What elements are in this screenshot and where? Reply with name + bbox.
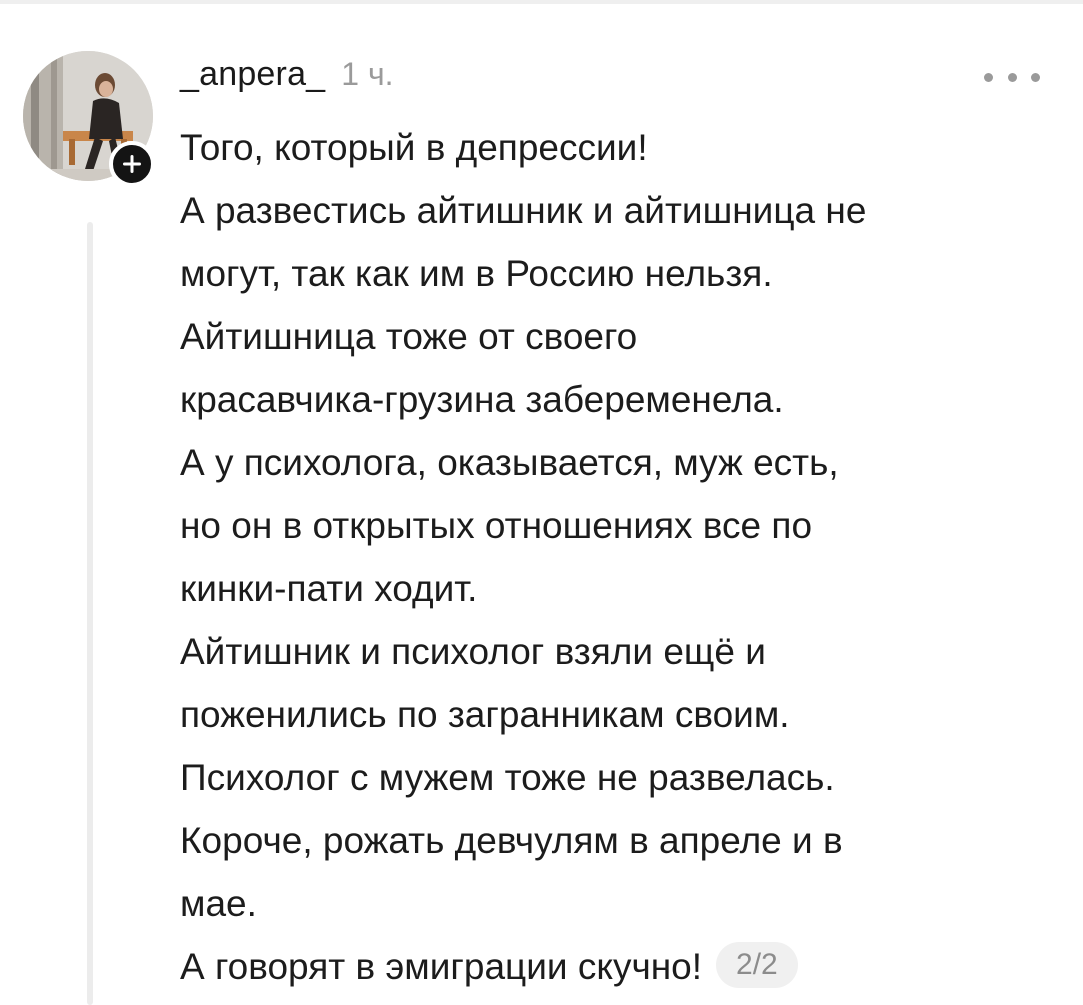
comment-text: Того, который в депрессии! А развестись … <box>180 116 1060 998</box>
plus-icon <box>123 155 141 173</box>
comment-line: Короче, рожать девчулям в апреле и в <box>180 820 843 861</box>
comment-line: А у психолога, оказывается, муж есть, <box>180 442 839 483</box>
comment-line: Айтишница тоже от своего <box>180 316 638 357</box>
comment-line: но он в открытых отношениях все по <box>180 505 813 546</box>
timestamp: 1 ч. <box>341 56 394 92</box>
more-dots-icon <box>1031 72 1040 82</box>
more-dots-icon <box>1007 72 1017 82</box>
comment: _anpera_ 1 ч. Того, который в депрессии!… <box>0 0 1083 1005</box>
comment-line: Психолог с мужем тоже не развелась. <box>180 757 835 798</box>
more-options-button[interactable] <box>984 62 1040 92</box>
username[interactable]: _anpera_ <box>180 55 325 94</box>
comment-line: А развестись айтишник и айтишница не <box>180 190 867 231</box>
comment-line: Айтишник и психолог взяли ещё и <box>180 631 766 672</box>
comment-line: мае. <box>180 883 257 924</box>
comment-last-line: А говорят в эмиграции скучно! 2/2 <box>180 935 1060 998</box>
comment-line: Того, который в депрессии! <box>180 127 648 168</box>
comment-line: кинки-пати ходит. <box>180 568 478 609</box>
comment-header: _anpera_ 1 ч. <box>180 55 394 99</box>
comment-line: А говорят в эмиграции скучно! <box>180 946 703 987</box>
follow-button[interactable] <box>109 141 155 187</box>
avatar-container[interactable] <box>23 51 155 187</box>
comment-line: поженились по загранникам своим. <box>180 694 790 735</box>
comment-line: могут, так как им в Россию нельзя. <box>180 253 773 294</box>
comment-line: красавчика-грузина забеременела. <box>180 379 784 420</box>
page-indicator-badge[interactable]: 2/2 <box>716 942 798 989</box>
thread-line <box>87 222 93 1005</box>
more-dots-icon <box>984 72 993 82</box>
